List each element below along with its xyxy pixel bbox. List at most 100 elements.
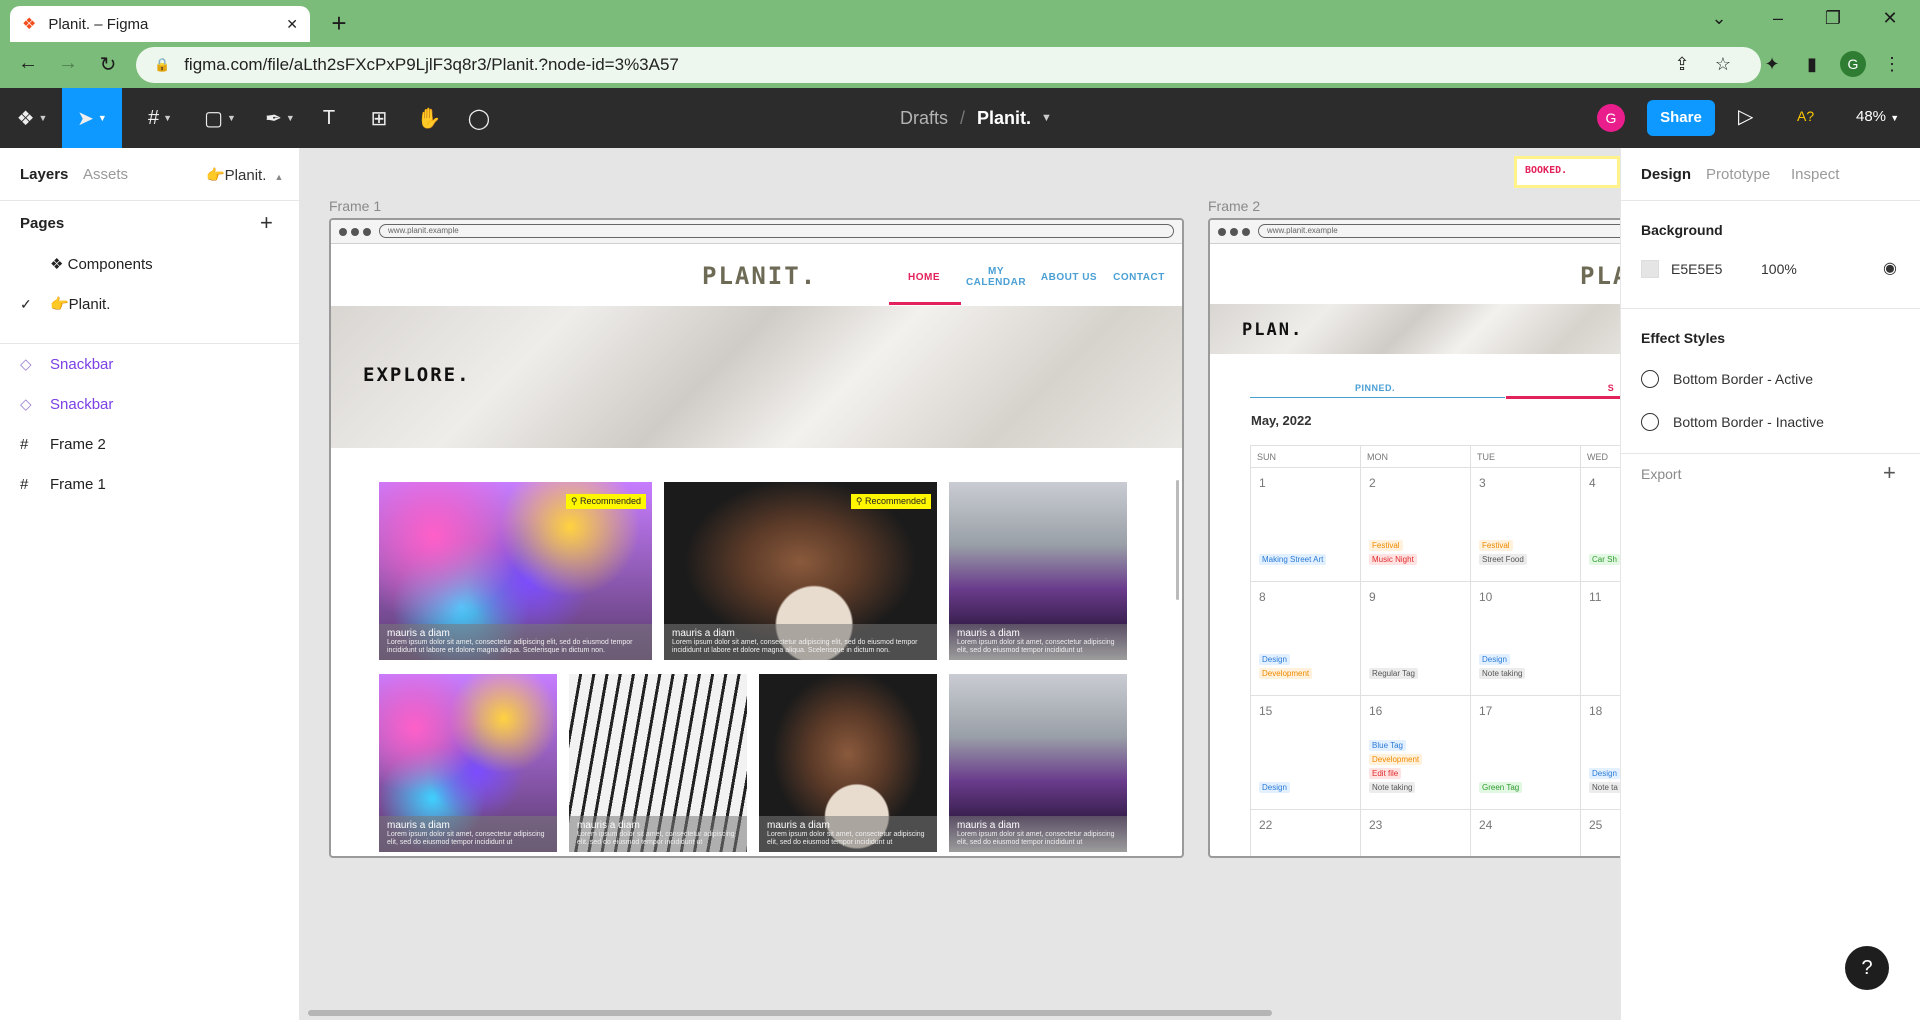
event-tag[interactable]: Car Sh [1589,554,1620,565]
event-tag[interactable]: Note taking [1369,782,1416,793]
event-tag[interactable]: Note ta [1589,782,1620,793]
event-card[interactable]: mauris a diam Lorem ipsum dolor sit amet… [379,674,557,852]
layer-item-frame-1[interactable]: # Frame 1 [0,464,300,504]
effect-style-item[interactable]: Bottom Border - Inactive [1641,413,1824,431]
browser-tab[interactable]: ❖ Planit. – Figma ✕ [10,6,310,42]
zoom-dropdown[interactable]: 48% ▼ [1856,108,1899,125]
collaborator-avatar[interactable]: G [1597,104,1625,132]
url-field[interactable]: 🔒 figma.com/file/aLth2sFXcPxP9LjlF3q8r3/… [136,47,1761,83]
event-card[interactable]: mauris a diam Lorem ipsum dolor sit amet… [949,674,1127,852]
visibility-eye-icon[interactable]: ◉ [1883,258,1897,278]
tab-second[interactable]: S [1605,383,1617,394]
event-tag[interactable]: Street Food [1479,554,1527,565]
event-tag[interactable]: Design [1259,654,1290,665]
frame-1-label[interactable]: Frame 1 [329,198,381,214]
calendar-day[interactable]: 15 Design [1251,696,1361,810]
event-tag[interactable]: Note taking [1479,668,1526,679]
event-tag[interactable]: Green Tag [1479,782,1523,793]
close-tab-icon[interactable]: ✕ [286,16,298,33]
calendar-day[interactable]: 16 Blue Tag Development Edit file Note takin… [1361,696,1471,810]
breadcrumb-drafts[interactable]: Drafts [900,108,948,129]
nav-about-us[interactable]: ABOUT US [1034,272,1104,283]
event-tag[interactable]: Blue Tag [1369,740,1406,751]
tab-prototype[interactable]: Prototype [1706,166,1770,183]
tab-design[interactable]: Design [1641,166,1691,183]
page-switcher[interactable]: 👉Planit. ▲ [206,166,283,184]
share-page-icon[interactable]: ⇪ [1670,54,1694,75]
file-name[interactable]: Planit. [977,108,1031,129]
effect-style-item[interactable]: Bottom Border - Active [1641,370,1813,388]
hand-tool-button[interactable]: ✋ [414,88,444,148]
back-icon[interactable]: ← [14,52,42,75]
shape-tool-button[interactable]: ▢ ▼ [196,88,244,148]
layer-item-frame-2[interactable]: # Frame 2 [0,424,300,464]
nav-contact[interactable]: CONTACT [1104,272,1174,283]
calendar-day[interactable]: 24 [1471,810,1581,856]
frame-tool-button[interactable]: # ▼ [136,88,184,148]
main-menu-button[interactable]: ❖ ▼ [10,88,54,148]
event-tag[interactable]: Festival [1369,540,1403,551]
design-canvas[interactable]: Frame 1 www.planit.example PLANIT. HOME … [300,148,1620,1020]
tab-layers[interactable]: Layers [20,166,68,183]
event-tag[interactable]: Music Night [1369,554,1417,565]
bg-color-hex[interactable]: E5E5E5 [1671,261,1761,277]
event-card[interactable]: mauris a diam Lorem ipsum dolor sit amet… [569,674,747,852]
help-button[interactable]: ? [1845,946,1889,990]
bg-opacity[interactable]: 100% [1761,261,1797,277]
calendar-day[interactable]: 3 Festival Street Food [1471,468,1581,582]
pen-tool-button[interactable]: ✒ ▼ [256,88,304,148]
tab-pinned[interactable]: PINNED. [1345,383,1405,394]
frame-2[interactable]: www.planit.example PLA PLAN. PINNED. S M… [1208,218,1620,858]
frame-2-label[interactable]: Frame 2 [1208,198,1260,214]
minimize-button[interactable]: – [1763,8,1793,29]
calendar-day[interactable]: 11 [1581,582,1620,696]
share-button[interactable]: Share [1647,100,1715,136]
event-tag[interactable]: Edit file [1369,768,1402,779]
side-panel-icon[interactable]: ▮ [1800,54,1824,75]
event-tag[interactable]: Design [1259,782,1290,793]
reload-icon[interactable]: ↻ [94,52,122,77]
calendar-day[interactable]: 17 Green Tag [1471,696,1581,810]
event-tag[interactable]: Development [1259,668,1313,679]
tab-inspect[interactable]: Inspect [1791,166,1839,183]
calendar-day[interactable]: 8 Design Development [1251,582,1361,696]
accessibility-check-button[interactable]: A? [1797,108,1814,124]
event-tag[interactable]: Making Street Art [1259,554,1327,565]
present-play-icon[interactable]: ▷ [1738,104,1753,129]
event-tag[interactable]: Design [1589,768,1620,779]
event-card[interactable]: ⚲ Recommended mauris a diam Lorem ipsum … [379,482,652,660]
move-tool-button[interactable]: ➤ ▼ [62,88,122,148]
calendar-day[interactable]: 25 [1581,810,1620,856]
layer-item-snackbar[interactable]: ◇ Snackbar [0,384,300,424]
new-tab-button[interactable]: + [326,8,352,39]
event-card[interactable]: ⚲ Recommended mauris a diam Lorem ipsum … [664,482,937,660]
event-tag[interactable]: Regular Tag [1369,668,1418,679]
calendar-day[interactable]: 22 [1251,810,1361,856]
event-tag[interactable]: Development [1369,754,1423,765]
nav-home[interactable]: HOME [889,272,959,283]
calendar-day[interactable]: 23 [1361,810,1471,856]
add-page-button[interactable]: + [260,210,273,236]
background-fill-row[interactable]: E5E5E5 100% [1641,260,1797,278]
event-tag[interactable]: Design [1479,654,1510,665]
frame-scrollbar[interactable] [1176,480,1179,600]
calendar-day[interactable]: 2 Festival Music Night [1361,468,1471,582]
extensions-icon[interactable]: ✦ [1760,54,1784,75]
frame-1[interactable]: www.planit.example PLANIT. HOME MY CALEN… [329,218,1184,858]
calendar-day[interactable]: 10 Design Note taking [1471,582,1581,696]
comment-tool-button[interactable]: ◯ [464,88,494,148]
tab-search-icon[interactable]: ⌄ [1704,8,1734,29]
export-title[interactable]: Export [1641,466,1681,482]
add-export-button[interactable]: + [1883,460,1896,486]
event-card[interactable]: mauris a diam Lorem ipsum dolor sit amet… [759,674,937,852]
profile-avatar[interactable]: G [1840,51,1866,77]
booked-snackbar[interactable]: BOOKED. [1514,156,1620,188]
page-item-components[interactable]: ❖ Components [0,244,300,284]
color-swatch[interactable] [1641,260,1659,278]
calendar-day[interactable]: 18 Design Note ta [1581,696,1620,810]
restore-button[interactable]: ❐ [1818,8,1848,29]
calendar-day[interactable]: 9 Regular Tag [1361,582,1471,696]
event-card[interactable]: mauris a diam Lorem ipsum dolor sit amet… [949,482,1127,660]
close-window-button[interactable]: ✕ [1875,8,1905,29]
event-tag[interactable]: Festival [1479,540,1513,551]
